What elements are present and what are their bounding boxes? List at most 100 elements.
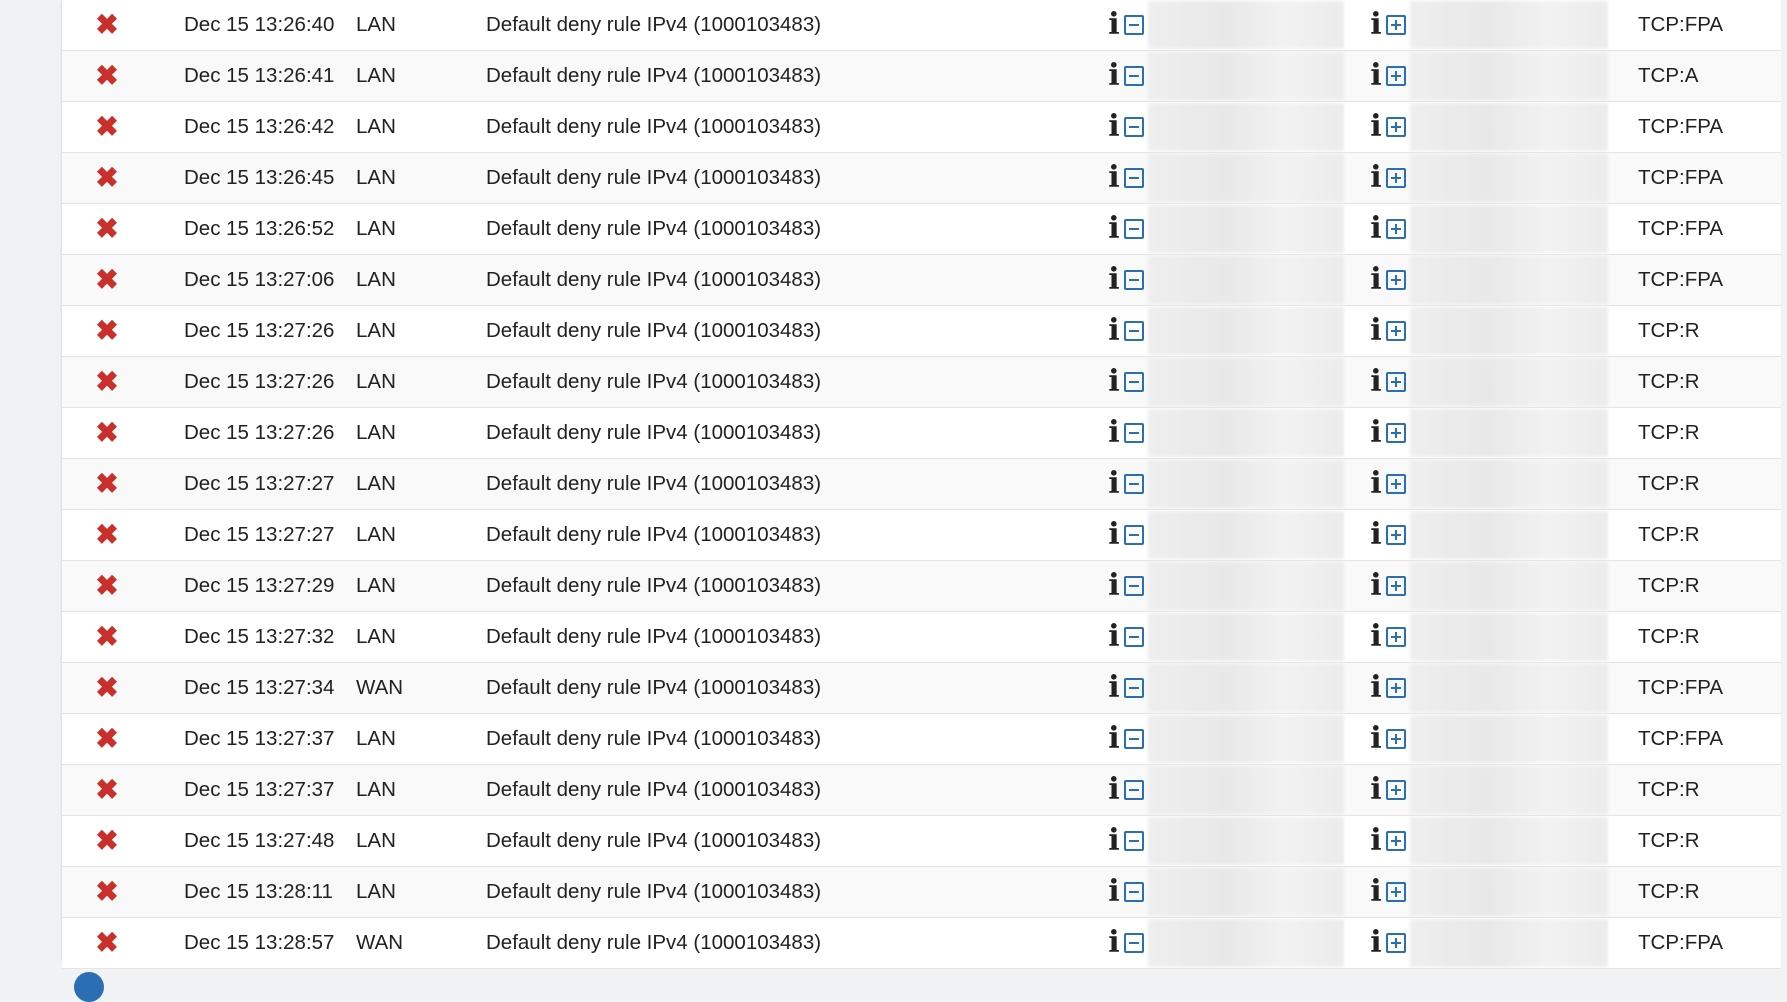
plus-box-icon[interactable] (1386, 729, 1406, 749)
info-icon[interactable]: i (1106, 928, 1122, 958)
info-icon[interactable]: i (1106, 112, 1122, 142)
rule-cell[interactable]: Default deny rule IPv4 (1000103483) (486, 458, 1106, 510)
minus-box-icon[interactable] (1124, 627, 1144, 647)
rule-cell[interactable]: Default deny rule IPv4 (1000103483) (486, 0, 1106, 51)
minus-box-icon[interactable] (1124, 15, 1144, 35)
rule-cell[interactable]: Default deny rule IPv4 (1000103483) (486, 50, 1106, 102)
block-x-icon[interactable]: ✖ (95, 163, 118, 192)
block-x-icon[interactable]: ✖ (95, 673, 118, 702)
minus-box-icon[interactable] (1124, 117, 1144, 137)
info-icon[interactable]: i (1368, 367, 1384, 397)
minus-box-icon[interactable] (1124, 66, 1144, 86)
info-icon[interactable]: i (1106, 724, 1122, 754)
plus-box-icon[interactable] (1386, 15, 1406, 35)
rule-cell[interactable]: Default deny rule IPv4 (1000103483) (486, 254, 1106, 306)
minus-box-icon[interactable] (1124, 372, 1144, 392)
info-icon[interactable]: i (1106, 826, 1122, 856)
minus-box-icon[interactable] (1124, 168, 1144, 188)
info-icon[interactable]: i (1106, 316, 1122, 346)
rule-cell[interactable]: Default deny rule IPv4 (1000103483) (486, 101, 1106, 153)
rule-cell[interactable]: Default deny rule IPv4 (1000103483) (486, 152, 1106, 204)
info-icon[interactable]: i (1106, 265, 1122, 295)
plus-box-icon[interactable] (1386, 219, 1406, 239)
minus-box-icon[interactable] (1124, 423, 1144, 443)
info-icon[interactable]: i (1106, 61, 1122, 91)
rule-cell[interactable]: Default deny rule IPv4 (1000103483) (486, 764, 1106, 816)
info-icon[interactable]: i (1106, 367, 1122, 397)
block-x-icon[interactable]: ✖ (95, 469, 118, 498)
info-icon[interactable]: i (1368, 928, 1384, 958)
info-icon[interactable]: i (1106, 571, 1122, 601)
minus-box-icon[interactable] (1124, 525, 1144, 545)
info-icon[interactable]: i (1106, 673, 1122, 703)
plus-box-icon[interactable] (1386, 321, 1406, 341)
block-x-icon[interactable]: ✖ (95, 418, 118, 447)
minus-box-icon[interactable] (1124, 474, 1144, 494)
plus-box-icon[interactable] (1386, 66, 1406, 86)
info-icon[interactable]: i (1368, 214, 1384, 244)
minus-box-icon[interactable] (1124, 729, 1144, 749)
plus-box-icon[interactable] (1386, 168, 1406, 188)
block-x-icon[interactable]: ✖ (95, 520, 118, 549)
minus-box-icon[interactable] (1124, 576, 1144, 596)
info-icon[interactable]: i (1106, 163, 1122, 193)
block-x-icon[interactable]: ✖ (95, 571, 118, 600)
block-x-icon[interactable]: ✖ (95, 622, 118, 651)
rule-cell[interactable]: Default deny rule IPv4 (1000103483) (486, 305, 1106, 357)
info-icon[interactable]: i (1368, 163, 1384, 193)
plus-box-icon[interactable] (1386, 423, 1406, 443)
block-x-icon[interactable]: ✖ (95, 265, 118, 294)
info-icon[interactable]: i (1106, 469, 1122, 499)
rule-cell[interactable]: Default deny rule IPv4 (1000103483) (486, 917, 1106, 969)
plus-box-icon[interactable] (1386, 780, 1406, 800)
info-icon[interactable]: i (1106, 10, 1122, 40)
block-x-icon[interactable]: ✖ (95, 214, 118, 243)
info-icon[interactable]: i (1368, 10, 1384, 40)
plus-box-icon[interactable] (1386, 882, 1406, 902)
plus-box-icon[interactable] (1386, 831, 1406, 851)
info-icon[interactable]: i (1368, 775, 1384, 805)
info-circle-icon[interactable] (74, 972, 104, 1002)
rule-cell[interactable]: Default deny rule IPv4 (1000103483) (486, 611, 1106, 663)
plus-box-icon[interactable] (1386, 678, 1406, 698)
info-icon[interactable]: i (1368, 469, 1384, 499)
plus-box-icon[interactable] (1386, 117, 1406, 137)
info-icon[interactable]: i (1106, 520, 1122, 550)
plus-box-icon[interactable] (1386, 474, 1406, 494)
info-icon[interactable]: i (1106, 877, 1122, 907)
info-icon[interactable]: i (1368, 571, 1384, 601)
rule-cell[interactable]: Default deny rule IPv4 (1000103483) (486, 560, 1106, 612)
info-icon[interactable]: i (1106, 214, 1122, 244)
block-x-icon[interactable]: ✖ (95, 61, 118, 90)
block-x-icon[interactable]: ✖ (95, 928, 118, 957)
info-icon[interactable]: i (1368, 316, 1384, 346)
block-x-icon[interactable]: ✖ (95, 877, 118, 906)
info-icon[interactable]: i (1106, 622, 1122, 652)
plus-box-icon[interactable] (1386, 372, 1406, 392)
minus-box-icon[interactable] (1124, 219, 1144, 239)
block-x-icon[interactable]: ✖ (95, 826, 118, 855)
block-x-icon[interactable]: ✖ (95, 112, 118, 141)
plus-box-icon[interactable] (1386, 576, 1406, 596)
minus-box-icon[interactable] (1124, 933, 1144, 953)
rule-cell[interactable]: Default deny rule IPv4 (1000103483) (486, 407, 1106, 459)
info-icon[interactable]: i (1368, 520, 1384, 550)
minus-box-icon[interactable] (1124, 780, 1144, 800)
minus-box-icon[interactable] (1124, 270, 1144, 290)
rule-cell[interactable]: Default deny rule IPv4 (1000103483) (486, 713, 1106, 765)
plus-box-icon[interactable] (1386, 627, 1406, 647)
block-x-icon[interactable]: ✖ (95, 724, 118, 753)
block-x-icon[interactable]: ✖ (95, 316, 118, 345)
info-icon[interactable]: i (1368, 112, 1384, 142)
info-icon[interactable]: i (1368, 622, 1384, 652)
minus-box-icon[interactable] (1124, 831, 1144, 851)
info-icon[interactable]: i (1368, 418, 1384, 448)
info-icon[interactable]: i (1106, 775, 1122, 805)
plus-box-icon[interactable] (1386, 525, 1406, 545)
rule-cell[interactable]: Default deny rule IPv4 (1000103483) (486, 356, 1106, 408)
rule-cell[interactable]: Default deny rule IPv4 (1000103483) (486, 815, 1106, 867)
info-icon[interactable]: i (1368, 265, 1384, 295)
block-x-icon[interactable]: ✖ (95, 367, 118, 396)
info-icon[interactable]: i (1368, 877, 1384, 907)
minus-box-icon[interactable] (1124, 321, 1144, 341)
